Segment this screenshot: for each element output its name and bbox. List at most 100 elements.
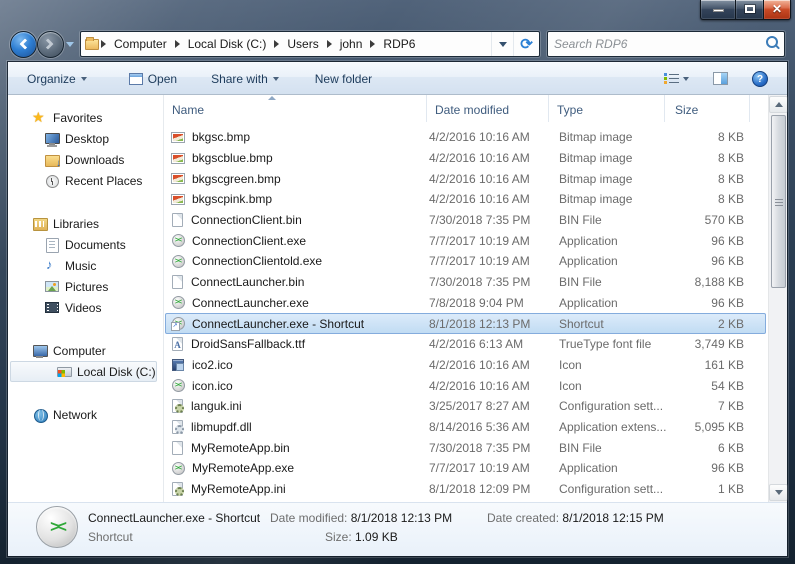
sidebar-item-documents[interactable]: Documents	[8, 234, 163, 255]
network-globe-icon	[32, 407, 48, 423]
chevron-down-icon	[81, 77, 87, 81]
file-size: 54 KB	[667, 379, 752, 393]
vertical-scrollbar[interactable]	[768, 95, 787, 502]
scroll-up-button[interactable]	[769, 96, 788, 113]
file-row-connectlauncher-exe[interactable]: ConnectLauncher.exe7/8/2018 9:04 PMAppli…	[165, 293, 766, 314]
sidebar-item-local-disk-c-[interactable]: Local Disk (C:)	[10, 361, 157, 382]
file-date-modified: 4/2/2016 10:16 AM	[429, 358, 551, 372]
file-size: 8,188 KB	[667, 275, 752, 289]
file-row-connectlauncher-bin[interactable]: ConnectLauncher.bin7/30/2018 7:35 PMBIN …	[165, 272, 766, 293]
breadcrumb-item-users[interactable]: Users	[280, 32, 325, 56]
address-bar[interactable]: Computer Local Disk (C:)Users johnRDP6 ⟳	[80, 31, 540, 57]
file-type: Icon	[551, 358, 667, 372]
breadcrumb: Computer Local Disk (C:)Users johnRDP6	[100, 32, 422, 56]
file-size: 96 KB	[667, 254, 752, 268]
organize-button[interactable]: Organize	[18, 68, 96, 90]
sidebar-item-network[interactable]: Network	[8, 404, 163, 425]
file-row-languk-ini[interactable]: languk.ini3/25/2017 8:27 AMConfiguration…	[165, 396, 766, 417]
file-type: Bitmap image	[551, 130, 667, 144]
file-row-bkgscpink-bmp[interactable]: bkgscpink.bmp 4/2/2016 10:16 AMBitmap ima…	[165, 189, 766, 210]
breadcrumb-item-local-disk-c-[interactable]: Local Disk (C:)	[181, 32, 274, 56]
scroll-down-button[interactable]	[769, 484, 788, 501]
sidebar-group-libraries: Libraries DocumentsMusicPicturesVideos	[8, 213, 163, 318]
sidebar-item-pictures[interactable]: Pictures	[8, 276, 163, 297]
file-row-ico2-ico[interactable]: ico2.ico4/2/2016 10:16 AMIcon161 KB	[165, 355, 766, 376]
breadcrumb-item-john[interactable]: john	[333, 32, 370, 56]
file-size: 8 KB	[667, 130, 752, 144]
file-name: MyRemoteApp.exe	[192, 461, 294, 475]
recent-pages-dropdown[interactable]	[66, 42, 74, 47]
file-date-modified: 7/8/2018 9:04 PM	[429, 296, 551, 310]
bin-file-icon	[172, 441, 183, 455]
file-date-modified: 4/2/2016 10:16 AM	[429, 192, 551, 206]
maximize-button[interactable]	[735, 0, 764, 20]
minimize-button[interactable]	[700, 0, 735, 20]
ttf-file-icon	[172, 337, 183, 351]
sidebar-item-music[interactable]: Music	[8, 255, 163, 276]
file-row-bkgsc-bmp[interactable]: bkgsc.bmp4/2/2016 10:16 AMBitmap image8 …	[165, 127, 766, 148]
sidebar-item-desktop[interactable]: Desktop	[8, 128, 163, 149]
search-input[interactable]	[548, 37, 762, 51]
breadcrumb-separator-icon	[101, 40, 106, 48]
videos-film-icon	[45, 302, 59, 313]
close-button[interactable]: ✕	[764, 0, 791, 20]
details-file-name: ConnectLauncher.exe - Shortcut	[88, 511, 260, 525]
address-dropdown-button[interactable]	[491, 32, 513, 56]
share-with-button[interactable]: Share with	[202, 68, 288, 90]
sidebar-item-label: Libraries	[53, 217, 99, 231]
file-row-connectlauncher-exe-shortcut[interactable]: ConnectLauncher.exe - Shortcut8/1/2018 1…	[165, 313, 766, 334]
file-row-myremoteapp-exe[interactable]: MyRemoteApp.exe7/7/2017 10:19 AMApplicat…	[165, 458, 766, 479]
column-header-name[interactable]: Name	[164, 95, 427, 122]
file-name: bkgscpink.bmp	[192, 192, 272, 206]
exe-file-icon	[172, 234, 185, 247]
sidebar-item-videos[interactable]: Videos	[8, 297, 163, 318]
refresh-button[interactable]: ⟳	[513, 32, 539, 56]
open-label: Open	[148, 72, 177, 86]
file-name: ConnectionClientold.exe	[192, 254, 322, 268]
column-header-type[interactable]: Type	[549, 95, 665, 122]
file-row-libmupdf-dll[interactable]: libmupdf.dll8/14/2016 5:36 AMApplication…	[165, 417, 766, 438]
pictures-icon	[45, 281, 59, 292]
file-row-myremoteapp-ini[interactable]: MyRemoteApp.ini8/1/2018 12:09 PMConfigur…	[165, 479, 766, 500]
forward-button[interactable]	[37, 31, 64, 58]
sidebar-item-label: Downloads	[65, 153, 124, 167]
explorer-window: { "window": { "caption_buttons": ["minim…	[0, 0, 795, 564]
file-row-bkgscgreen-bmp[interactable]: bkgscgreen.bmp4/2/2016 10:16 AMBitmap im…	[165, 168, 766, 189]
sidebar-item-computer[interactable]: Computer	[8, 340, 163, 361]
file-name: ConnectionClient.exe	[192, 234, 306, 248]
file-date-modified: 4/2/2016 10:16 AM	[429, 151, 551, 165]
chevron-down-icon	[499, 42, 507, 47]
search-icon[interactable]	[762, 33, 784, 55]
sidebar-item-downloads[interactable]: Downloads	[8, 149, 163, 170]
breadcrumb-item-rdp6[interactable]: RDP6	[376, 32, 422, 56]
help-icon: ?	[752, 71, 768, 87]
sidebar-item-favorites[interactable]: Favorites	[8, 107, 163, 128]
column-header-date-modified[interactable]: Date modified	[427, 95, 549, 122]
scrollbar-thumb[interactable]	[771, 115, 786, 288]
file-row-connectionclientold-exe[interactable]: ConnectionClientold.exe7/7/2017 10:19 AM…	[165, 251, 766, 272]
file-size: 8 KB	[667, 151, 752, 165]
open-button[interactable]: Open	[120, 68, 186, 90]
file-type: Application	[551, 254, 667, 268]
file-row-icon-ico[interactable]: icon.ico4/2/2016 10:16 AMIcon54 KB	[165, 375, 766, 396]
help-button[interactable]: ?	[743, 67, 777, 91]
sidebar-item-recent-places[interactable]: Recent Places	[8, 170, 163, 191]
file-list-pane: Name Date modified Type Size bkgsc.bmp4/…	[164, 95, 787, 502]
file-type: Bitmap image	[551, 192, 667, 206]
file-row-connectionclient-bin[interactable]: ConnectionClient.bin7/30/2018 7:35 PMBIN…	[165, 210, 766, 231]
file-type: BIN File	[551, 441, 667, 455]
file-row-connectionclient-exe[interactable]: ConnectionClient.exe7/7/2017 10:19 AMApp…	[165, 230, 766, 251]
exe-file-icon	[172, 255, 185, 268]
sidebar-item-libraries[interactable]: Libraries	[8, 213, 163, 234]
breadcrumb-item-computer[interactable]: Computer	[107, 32, 174, 56]
back-button[interactable]	[10, 31, 37, 58]
column-header-size[interactable]: Size	[665, 95, 750, 122]
file-row-myremoteapp-bin[interactable]: MyRemoteApp.bin7/30/2018 7:35 PMBIN File…	[165, 437, 766, 458]
file-row-bkgscblue-bmp[interactable]: bkgscblue.bmp4/2/2016 10:16 AMBitmap ima…	[165, 148, 766, 169]
new-folder-button[interactable]: New folder	[306, 68, 381, 90]
organize-label: Organize	[27, 72, 76, 86]
chevron-down-icon	[273, 77, 279, 81]
change-view-button[interactable]	[655, 69, 698, 88]
file-row-droidsansfallback-ttf[interactable]: DroidSansFallback.ttf4/2/2016 6:13 AMTru…	[165, 334, 766, 355]
preview-pane-button[interactable]	[704, 68, 737, 89]
